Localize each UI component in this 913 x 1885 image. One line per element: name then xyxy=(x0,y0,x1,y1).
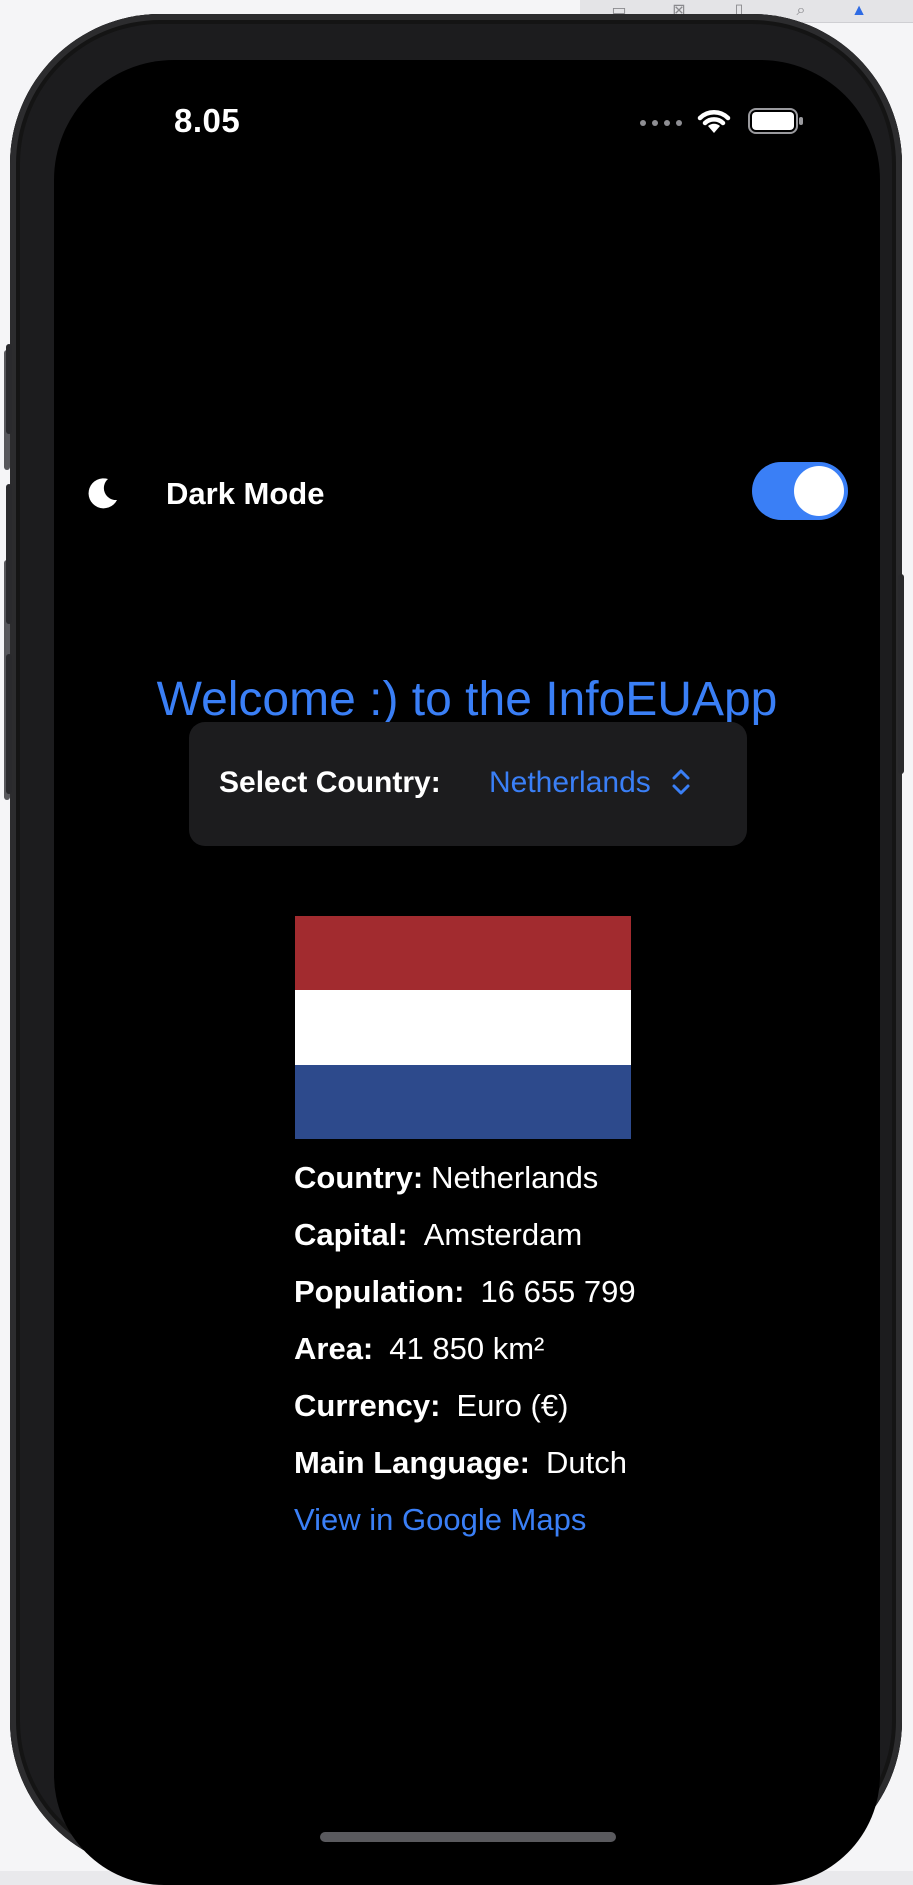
area-key: Area: xyxy=(294,1331,374,1366)
currency-value: Euro (€) xyxy=(456,1388,569,1423)
country-row: Country: Netherlands xyxy=(294,1160,814,1217)
phone-side-button xyxy=(898,574,904,774)
country-picker[interactable]: Select Country: Netherlands xyxy=(189,722,747,846)
population-row: Population: 16 655 799 xyxy=(294,1274,814,1331)
language-row: Main Language: Dutch xyxy=(294,1445,814,1502)
toggle-knob xyxy=(794,466,844,516)
currency-key: Currency: xyxy=(294,1388,441,1423)
population-value: 16 655 799 xyxy=(480,1274,636,1309)
picker-label: Select Country: xyxy=(219,766,441,799)
country-info: Country: Netherlands Capital: Amsterdam Po… xyxy=(294,1160,814,1559)
home-indicator[interactable] xyxy=(320,1832,616,1842)
population-key: Population: xyxy=(294,1274,465,1309)
dark-mode-toggle[interactable] xyxy=(752,462,848,520)
dark-mode-label: Dark Mode xyxy=(166,476,325,511)
flag-stripe-white xyxy=(295,990,631,1065)
cellular-signal-icon xyxy=(640,120,682,126)
flag-stripe-blue xyxy=(295,1064,631,1139)
phone-side-button xyxy=(6,344,12,434)
country-key: Country: xyxy=(294,1160,424,1195)
status-time: 8.05 xyxy=(174,102,241,139)
chevron-up-down-icon[interactable] xyxy=(671,766,691,798)
moon-icon xyxy=(88,478,117,509)
picker-selected-value[interactable]: Netherlands xyxy=(489,766,651,800)
welcome-title: Welcome :) to the InfoEUApp xyxy=(156,673,778,726)
dark-mode-row: Dark Mode xyxy=(86,462,848,524)
language-key: Main Language: xyxy=(294,1445,530,1480)
capital-value: Amsterdam xyxy=(423,1217,583,1252)
language-value: Dutch xyxy=(545,1445,627,1480)
currency-row: Currency: Euro (€) xyxy=(294,1388,814,1445)
phone-side-button xyxy=(6,484,12,624)
area-value: 41 850 km² xyxy=(389,1331,545,1366)
country-value: Netherlands xyxy=(431,1160,599,1195)
flag-stripe-red xyxy=(295,916,631,991)
wifi-icon xyxy=(697,110,731,133)
app-screen: 8.05 Dark Mode Welcome :) to the InfoEUA… xyxy=(54,60,880,1885)
capital-row: Capital: Amsterdam xyxy=(294,1217,814,1274)
google-maps-link[interactable]: View in Google Maps xyxy=(294,1502,586,1537)
warning-icon[interactable]: ▲ xyxy=(848,2,870,20)
search-icon[interactable]: ⌕ xyxy=(790,2,812,20)
country-flag xyxy=(295,916,631,1139)
area-row: Area: 41 850 km² xyxy=(294,1331,814,1388)
phone-frame: 8.05 Dark Mode Welcome :) to the InfoEUA… xyxy=(6,14,904,1885)
battery-icon xyxy=(748,108,803,134)
maps-row: View in Google Maps xyxy=(294,1502,814,1559)
phone-side-button xyxy=(6,654,12,794)
capital-key: Capital: xyxy=(294,1217,408,1252)
